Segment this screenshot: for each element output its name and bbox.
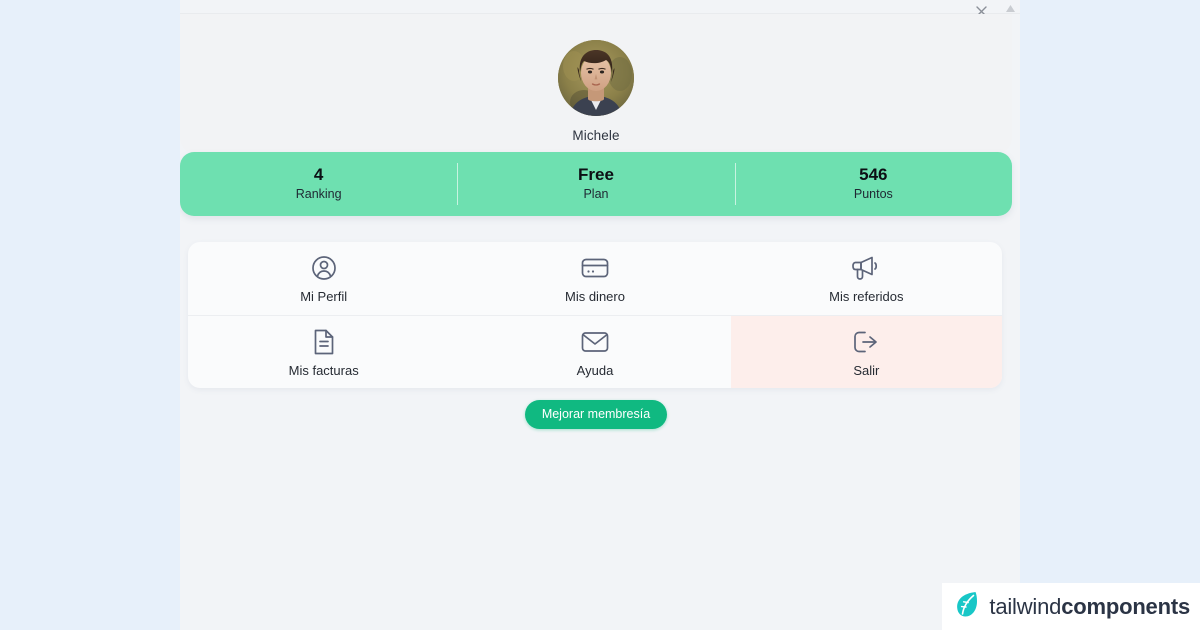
leaf-logo-icon <box>954 590 980 623</box>
credit-card-icon <box>581 253 609 283</box>
stats-bar: 4 Ranking Free Plan 546 Puntos <box>180 152 1012 216</box>
menu-item-label: Mis facturas <box>288 362 359 378</box>
watermark: tailwindcomponents <box>942 583 1200 630</box>
menu-item-mis-dinero[interactable]: Mis dinero <box>459 242 730 315</box>
menu-item-mis-referidos[interactable]: Mis referidos <box>731 242 1002 315</box>
menu-item-label: Ayuda <box>576 362 614 378</box>
menu-grid: Mi Perfil Mis dinero Mis referidos Mis f… <box>188 242 1002 388</box>
profile-modal: Michele 4 Ranking Free Plan 546 Puntos M… <box>180 0 1020 630</box>
menu-item-label: Mi Perfil <box>300 289 348 305</box>
upgrade-membership-button[interactable]: Mejorar membresía <box>524 400 668 430</box>
stat-value: 546 <box>859 165 888 184</box>
watermark-text-light: tailwind <box>989 593 1062 619</box>
stat-label: Puntos <box>853 187 893 202</box>
menu-row: Mis facturas Ayuda Salir <box>188 314 1002 389</box>
watermark-text-bold: components <box>1061 593 1190 619</box>
watermark-text: tailwindcomponents <box>989 593 1190 619</box>
document-icon <box>312 327 336 357</box>
profile-name: Michele <box>572 128 620 143</box>
cta-container: Mejorar membresía <box>180 400 1012 430</box>
stat-label: Ranking <box>295 187 342 202</box>
stat-value: Free <box>578 165 614 184</box>
avatar <box>558 40 634 116</box>
stat-value: 4 <box>313 165 324 184</box>
menu-row: Mi Perfil Mis dinero Mis referidos <box>188 242 1002 315</box>
page-root: Michele 4 Ranking Free Plan 546 Puntos M… <box>0 0 1200 630</box>
stat-label: Plan <box>583 187 609 202</box>
stat-plan: Free Plan <box>457 162 734 206</box>
menu-item-ayuda[interactable]: Ayuda <box>459 316 730 389</box>
stat-ranking: 4 Ranking <box>180 162 457 206</box>
menu-item-salir[interactable]: Salir <box>730 315 1002 388</box>
profile-card: Michele <box>180 14 1012 154</box>
menu-item-mi-perfil[interactable]: Mi Perfil <box>188 242 459 315</box>
menu-item-label: Mis dinero <box>565 289 625 305</box>
user-circle-icon <box>311 253 337 283</box>
megaphone-icon <box>852 253 880 283</box>
logout-icon <box>852 327 880 357</box>
menu-item-label: Mis referidos <box>829 289 904 305</box>
menu-item-mis-facturas[interactable]: Mis facturas <box>188 316 459 389</box>
stat-puntos: 546 Puntos <box>735 162 1012 206</box>
envelope-icon <box>581 327 609 357</box>
menu-item-label: Salir <box>853 362 880 378</box>
